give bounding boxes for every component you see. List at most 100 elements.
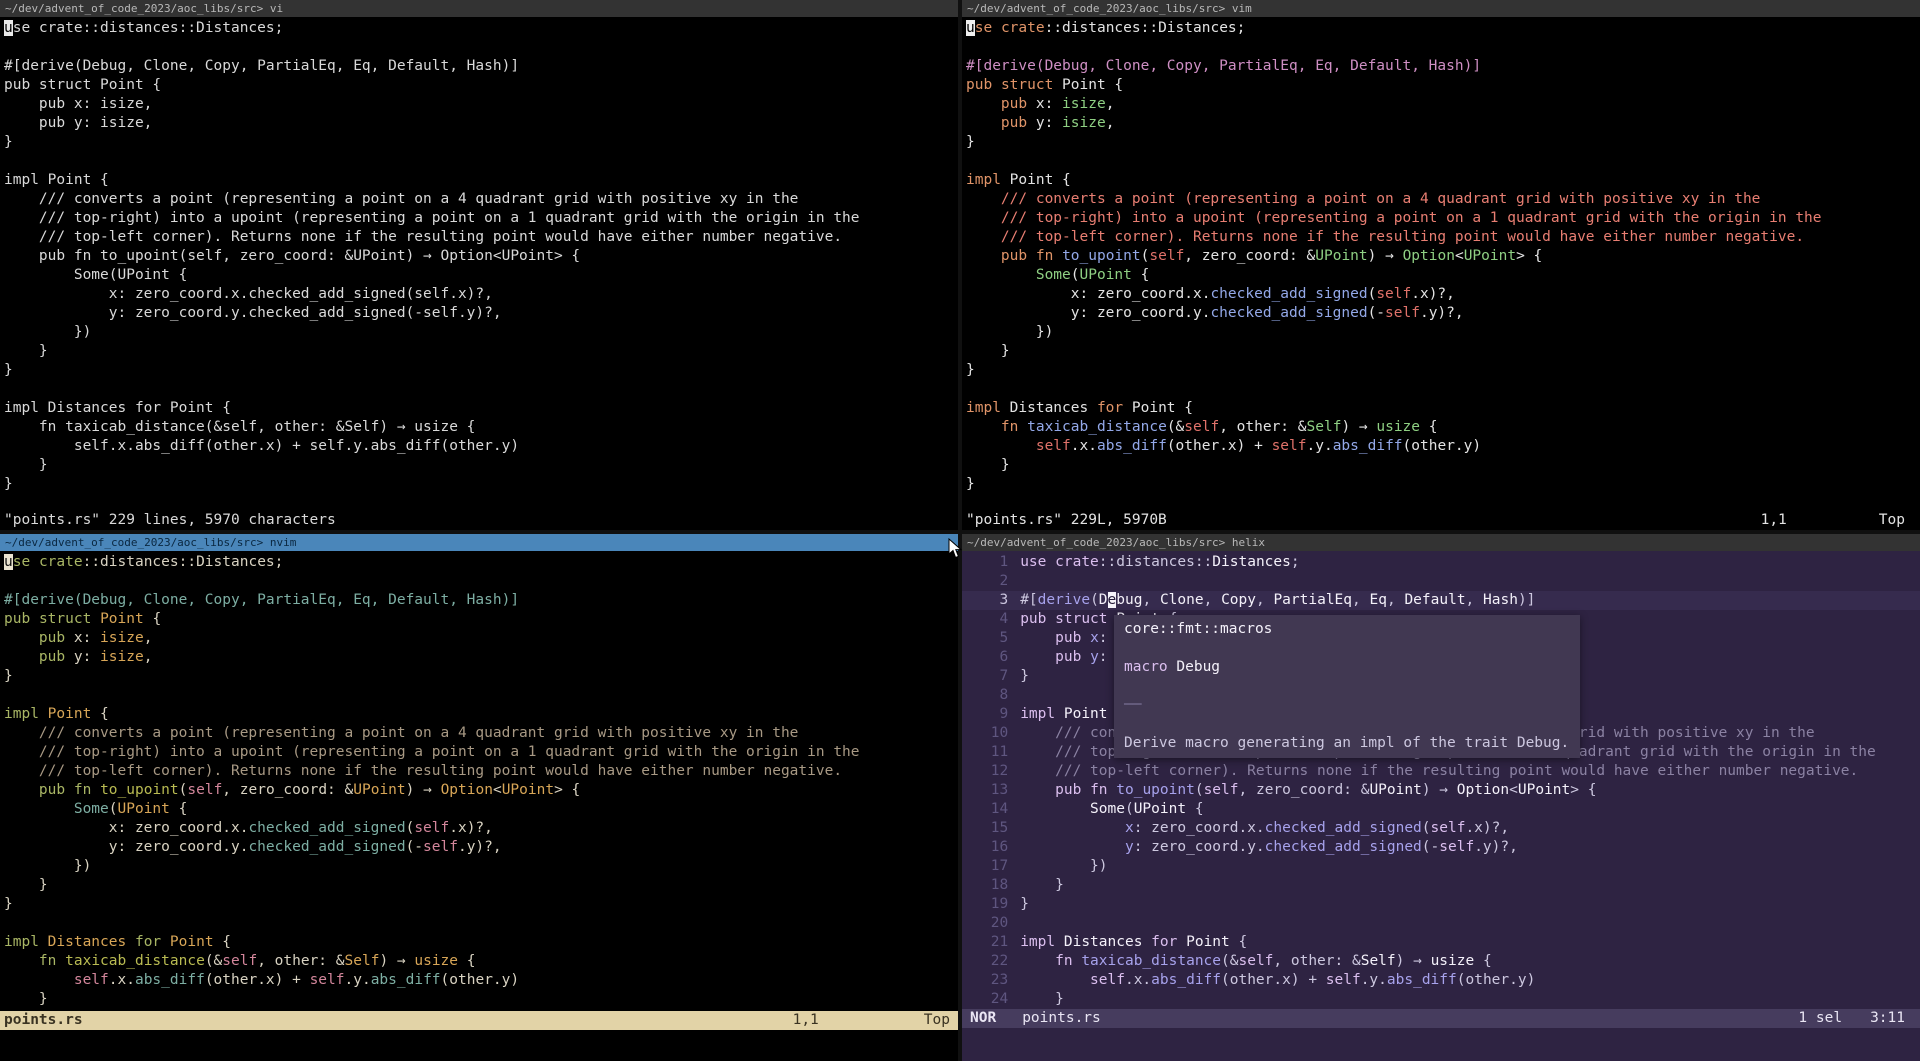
code-line[interactable]: /// converts a point (representing a poi… [966, 190, 1920, 209]
code-line[interactable]: /// top-left corner). Returns none if th… [4, 762, 958, 781]
code-line[interactable]: /// top-left corner). Returns none if th… [966, 228, 1920, 247]
code-line[interactable]: } [966, 342, 1920, 361]
code-line[interactable]: } [966, 133, 1920, 152]
code-line[interactable]: pub struct Point { [4, 610, 958, 629]
code-line[interactable]: } [4, 475, 958, 494]
code-line[interactable]: 14 Some(UPoint { [962, 800, 1920, 819]
code-line[interactable]: /// converts a point (representing a poi… [4, 724, 958, 743]
code-line[interactable]: } [4, 456, 958, 475]
code-line[interactable]: Some(UPoint { [4, 800, 958, 819]
code-line[interactable] [4, 152, 958, 171]
code-line[interactable]: y: zero_coord.y.checked_add_signed(-self… [4, 304, 958, 323]
code-line[interactable]: impl Point { [4, 171, 958, 190]
code-line[interactable]: impl Point { [966, 171, 1920, 190]
code-line[interactable]: }) [4, 857, 958, 876]
pane-vim-titlebar[interactable]: ~/dev/advent_of_code_2023/aoc_libs/src> … [962, 0, 1920, 17]
code-line[interactable]: y: zero_coord.y.checked_add_signed(-self… [4, 838, 958, 857]
code-line[interactable] [966, 380, 1920, 399]
code-line[interactable]: pub x: isize, [4, 95, 958, 114]
code-line[interactable]: pub fn to_upoint(self, zero_coord: &UPoi… [4, 781, 958, 800]
code-line[interactable]: use crate::distances::Distances; [4, 19, 958, 38]
code-line[interactable]: 1use crate::distances::Distances; [962, 553, 1920, 572]
code-line[interactable]: 12 /// top-left corner). Returns none if… [962, 762, 1920, 781]
code-line[interactable] [4, 380, 958, 399]
code-line[interactable]: } [4, 895, 958, 914]
code-line[interactable]: #[derive(Debug, Clone, Copy, PartialEq, … [4, 57, 958, 76]
code-line[interactable]: } [4, 342, 958, 361]
code-line[interactable]: x: zero_coord.x.checked_add_signed(self.… [4, 285, 958, 304]
pane-helix[interactable]: ~/dev/advent_of_code_2023/aoc_libs/src> … [962, 534, 1920, 1061]
nvim-editor-area[interactable]: use crate::distances::Distances;#[derive… [0, 551, 958, 1011]
pane-nvim-titlebar[interactable]: ~/dev/advent_of_code_2023/aoc_libs/src> … [0, 534, 958, 551]
code-line[interactable] [966, 152, 1920, 171]
nvim-command-line[interactable] [0, 1030, 958, 1049]
code-line[interactable]: self.x.abs_diff(other.x) + self.y.abs_di… [4, 437, 958, 456]
code-line[interactable] [966, 38, 1920, 57]
code-line[interactable]: 19} [962, 895, 1920, 914]
code-line[interactable]: use crate::distances::Distances; [4, 553, 958, 572]
code-line[interactable]: x: zero_coord.x.checked_add_signed(self.… [4, 819, 958, 838]
code-line[interactable]: } [4, 133, 958, 152]
code-line[interactable]: #[derive(Debug, Clone, Copy, PartialEq, … [966, 57, 1920, 76]
pane-helix-titlebar[interactable]: ~/dev/advent_of_code_2023/aoc_libs/src> … [962, 534, 1920, 551]
code-line[interactable]: use crate::distances::Distances; [966, 19, 1920, 38]
code-line[interactable]: } [4, 876, 958, 895]
code-line[interactable]: pub y: isize, [4, 648, 958, 667]
code-line[interactable] [4, 572, 958, 591]
code-line[interactable]: pub fn to_upoint(self, zero_coord: &UPoi… [966, 247, 1920, 266]
code-line[interactable]: x: zero_coord.x.checked_add_signed(self.… [966, 285, 1920, 304]
pane-vi[interactable]: ~/dev/advent_of_code_2023/aoc_libs/src> … [0, 0, 958, 530]
vi-editor-area[interactable]: use crate::distances::Distances;#[derive… [0, 17, 958, 494]
code-line[interactable]: self.x.abs_diff(other.x) + self.y.abs_di… [4, 971, 958, 990]
code-line[interactable]: 21impl Distances for Point { [962, 933, 1920, 952]
code-line[interactable]: pub x: isize, [966, 95, 1920, 114]
code-line[interactable]: }) [4, 323, 958, 342]
code-line[interactable]: }) [966, 323, 1920, 342]
code-line[interactable]: /// top-left corner). Returns none if th… [4, 228, 958, 247]
code-line[interactable]: /// top-right) into a upoint (representi… [4, 743, 958, 762]
pane-vim[interactable]: ~/dev/advent_of_code_2023/aoc_libs/src> … [962, 0, 1920, 530]
code-line[interactable]: } [4, 361, 958, 380]
code-line[interactable]: 24 } [962, 990, 1920, 1009]
code-line[interactable]: pub fn to_upoint(self, zero_coord: &UPoi… [4, 247, 958, 266]
code-line[interactable]: 15 x: zero_coord.x.checked_add_signed(se… [962, 819, 1920, 838]
code-line[interactable]: fn taxicab_distance(&self, other: &Self)… [966, 418, 1920, 437]
code-line[interactable]: impl Point { [4, 705, 958, 724]
code-line[interactable]: 23 self.x.abs_diff(other.x) + self.y.abs… [962, 971, 1920, 990]
code-line[interactable]: } [966, 361, 1920, 380]
code-line[interactable]: pub y: isize, [4, 114, 958, 133]
code-line[interactable]: Some(UPoint { [4, 266, 958, 285]
code-line[interactable]: fn taxicab_distance(&self, other: &Self)… [4, 418, 958, 437]
code-line[interactable]: } [4, 667, 958, 686]
code-line[interactable]: } [4, 990, 958, 1009]
code-line[interactable]: impl Distances for Point { [4, 933, 958, 952]
code-line[interactable]: /// top-right) into a upoint (representi… [4, 209, 958, 228]
code-line[interactable]: 22 fn taxicab_distance(&self, other: &Se… [962, 952, 1920, 971]
code-line[interactable]: 13 pub fn to_upoint(self, zero_coord: &U… [962, 781, 1920, 800]
code-line[interactable]: Some(UPoint { [966, 266, 1920, 285]
code-line[interactable]: /// converts a point (representing a poi… [4, 190, 958, 209]
code-line[interactable]: 3#[derive(Debug, Clone, Copy, PartialEq,… [962, 591, 1920, 610]
code-line[interactable]: impl Distances for Point { [966, 399, 1920, 418]
helix-command-line[interactable] [962, 1028, 1920, 1047]
pane-nvim[interactable]: ~/dev/advent_of_code_2023/aoc_libs/src> … [0, 534, 958, 1061]
code-line[interactable]: pub x: isize, [4, 629, 958, 648]
code-line[interactable]: 17 }) [962, 857, 1920, 876]
code-line[interactable]: pub struct Point { [966, 76, 1920, 95]
code-line[interactable]: y: zero_coord.y.checked_add_signed(-self… [966, 304, 1920, 323]
code-line[interactable]: pub y: isize, [966, 114, 1920, 133]
code-line[interactable]: self.x.abs_diff(other.x) + self.y.abs_di… [966, 437, 1920, 456]
code-line[interactable]: /// top-right) into a upoint (representi… [966, 209, 1920, 228]
code-line[interactable]: #[derive(Debug, Clone, Copy, PartialEq, … [4, 591, 958, 610]
pane-vi-titlebar[interactable]: ~/dev/advent_of_code_2023/aoc_libs/src> … [0, 0, 958, 17]
code-line[interactable]: } [966, 475, 1920, 494]
code-line[interactable] [4, 38, 958, 57]
vim-editor-area[interactable]: use crate::distances::Distances;#[derive… [962, 17, 1920, 494]
code-line[interactable]: 20 [962, 914, 1920, 933]
code-line[interactable]: fn taxicab_distance(&self, other: &Self)… [4, 952, 958, 971]
code-line[interactable] [4, 914, 958, 933]
code-line[interactable]: pub struct Point { [4, 76, 958, 95]
code-line[interactable]: impl Distances for Point { [4, 399, 958, 418]
code-line[interactable] [4, 686, 958, 705]
code-line[interactable]: 2 [962, 572, 1920, 591]
